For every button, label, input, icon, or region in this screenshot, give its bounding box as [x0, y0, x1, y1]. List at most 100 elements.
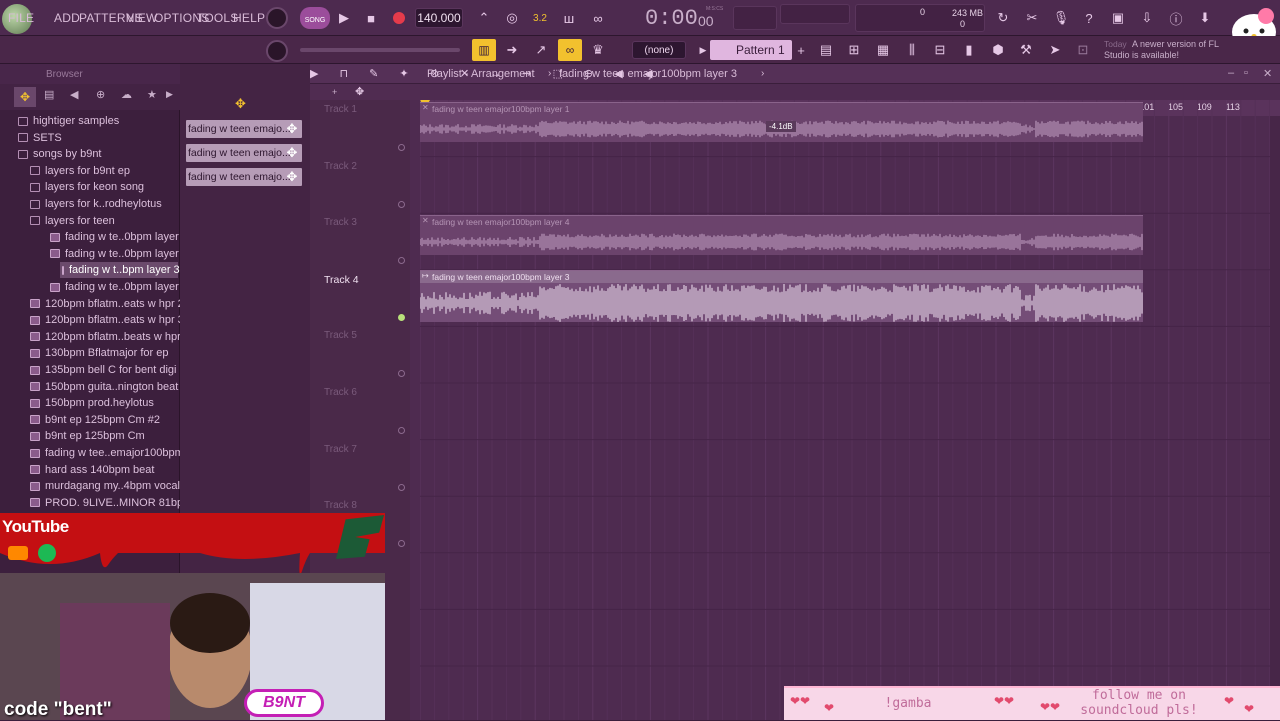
clip-arrow-icon[interactable]: ↦ [422, 271, 429, 280]
track-mute-toggle[interactable] [398, 257, 405, 265]
clip-header[interactable]: ↦ fading w teen emajor100bpm layer 3 [420, 270, 1143, 283]
track-label[interactable]: Track 6 [324, 387, 357, 398]
export-icon[interactable]: ⇩ [1136, 7, 1158, 29]
browser-file[interactable]: fading w t..bpm layer 3 [60, 262, 180, 279]
playlist-icon[interactable]: ▤ [815, 39, 837, 61]
browser-file[interactable]: b9nt ep 125bpm Cm #2 [30, 412, 160, 428]
audio-clip[interactable]: ↦ fading w teen emajor100bpm layer 3 [420, 269, 1143, 322]
help-icon[interactable]: ? [1078, 7, 1100, 29]
preset-selector[interactable]: (none) [632, 41, 686, 59]
tools-icon[interactable]: ⚒ [1015, 39, 1037, 61]
browser-file[interactable]: fading w te..0bpm layer 1 [50, 229, 188, 245]
browser-file[interactable]: 120bpm bflatm..eats w hpr 3 [30, 312, 184, 328]
loop-record-icon[interactable]: ∞ [587, 7, 609, 29]
record-button[interactable] [388, 7, 410, 29]
blend-notes-icon[interactable]: ш [558, 7, 580, 29]
track-mute-toggle[interactable] [398, 370, 405, 378]
browser-folder[interactable]: layers for k..rodheylotus [30, 196, 162, 212]
browser-cloud-icon[interactable]: ☁ [121, 88, 132, 101]
slice-icon[interactable]: ↗ [530, 39, 552, 61]
browser-file[interactable]: hard ass 140bpm beat [30, 462, 154, 478]
master-pitch-knob[interactable] [266, 40, 288, 62]
info-icon[interactable]: ⓘ [1165, 7, 1187, 29]
browser-file[interactable]: 135bpm bell C for bent digi [30, 362, 176, 378]
browser-file[interactable]: 150bpm prod.heylotus [30, 395, 154, 411]
menu-add[interactable]: ADD [54, 11, 80, 25]
browser-file[interactable]: fading w tee..emajor100bpm [30, 445, 184, 461]
song-mode-toggle[interactable]: SONG [300, 7, 330, 29]
browser-folder[interactable]: layers for teen [30, 213, 115, 229]
stamp-icon[interactable]: ♛ [587, 39, 609, 61]
shop-icon[interactable]: ⊡ [1072, 39, 1094, 61]
browser-star-icon[interactable]: ★ [147, 88, 157, 101]
browser-file[interactable]: PROD. 9LIVE..MINOR 81bpm [30, 495, 192, 511]
mixer-icon[interactable]: ⫼ [901, 39, 923, 61]
add-track-icon[interactable]: + [332, 87, 337, 97]
track-label[interactable]: Track 2 [324, 161, 357, 172]
browser-next-icon[interactable]: ▶ [166, 89, 173, 100]
browser-folder[interactable]: hightiger samples [18, 113, 119, 129]
browser-plugins-icon[interactable]: ◀ [70, 88, 78, 101]
stop-button[interactable]: ■ [360, 7, 382, 29]
minimize-icon[interactable]: – [1228, 67, 1234, 79]
menu-help[interactable]: HELP [233, 11, 265, 25]
maximize-icon[interactable]: ▫ [1244, 67, 1248, 79]
browser-folder[interactable]: layers for keon song [30, 179, 144, 195]
track-label[interactable]: Track 3 [324, 217, 357, 228]
browser-file[interactable]: fading w te..0bpm layer 4 [50, 279, 188, 295]
channel-add-icon[interactable]: ✥ [285, 145, 299, 161]
track-label[interactable]: Track 1 [324, 104, 357, 115]
track-mute-toggle[interactable] [398, 313, 405, 321]
metronome-icon[interactable]: ⌃ [473, 7, 495, 29]
browser-file[interactable]: 120bpm bflatm..beats w hpr [30, 329, 181, 345]
track-mute-toggle[interactable] [398, 427, 405, 434]
clip-header[interactable]: ✕ fading w teen emajor100bpm layer 4 [420, 216, 1143, 228]
playlist-view-button[interactable]: ▥ [472, 39, 496, 61]
step-size-button[interactable]: 3.2 [529, 7, 551, 29]
microphone-icon[interactable]: 🎙 [1050, 7, 1072, 29]
audio-clip[interactable]: ✕ fading w teen emajor100bpm layer 1 -4.1d… [420, 102, 1143, 142]
close-track-icon[interactable]: ✕ [356, 87, 364, 98]
cut-icon[interactable]: ✂ [1021, 7, 1043, 29]
channel-item[interactable]: fading w teen emajo... ✥ [186, 144, 302, 162]
piano-roll-icon[interactable]: ⊞ [843, 39, 865, 61]
menu-file[interactable]: FILE [8, 11, 34, 25]
undo-icon[interactable]: ↻ [992, 7, 1014, 29]
track-mute-toggle[interactable] [398, 200, 405, 208]
browser-file[interactable]: murdagang my..4bpm vocals [30, 478, 185, 494]
track-label[interactable]: Track 5 [324, 330, 357, 341]
close-icon[interactable]: ✕ [1263, 67, 1272, 80]
play-button[interactable]: ▶ [333, 7, 355, 29]
browser-file[interactable]: 130bpm Bflatmajor for ep [30, 345, 169, 361]
file-icon[interactable]: ▮ [958, 39, 980, 61]
tempo-display[interactable]: 140.000 [415, 8, 463, 28]
pattern-selector[interactable]: Pattern 1 [710, 40, 792, 60]
channel-item[interactable]: fading w teen emajo... ✥ [186, 120, 302, 138]
clip-close-icon[interactable]: ✕ [422, 103, 429, 112]
track-label[interactable]: Track 8 [324, 500, 357, 511]
browser-folder[interactable]: songs by b9nt [18, 146, 102, 162]
master-volume-knob[interactable] [266, 7, 288, 29]
browser-file[interactable]: fading w te..0bpm layer 2 [50, 246, 188, 262]
browser-files-icon[interactable]: ▤ [44, 88, 54, 101]
clip-close-icon[interactable]: ✕ [422, 216, 429, 225]
menu-view[interactable]: VIEW [126, 11, 157, 25]
audio-clip[interactable]: ✕ fading w teen emajor100bpm layer 4 [420, 215, 1143, 256]
add-pattern-icon[interactable]: + [790, 39, 812, 61]
browser-web-icon[interactable]: ⊕ [96, 88, 105, 101]
download-icon[interactable]: ⬇ [1194, 7, 1216, 29]
track-mute-toggle[interactable] [398, 144, 405, 151]
browser-file[interactable]: b9nt ep 125bpm Cm [30, 428, 145, 444]
track-mute-toggle[interactable] [398, 540, 405, 548]
master-slider[interactable] [300, 48, 460, 52]
update-hint-text[interactable]: A newer version of FL Studio is availabl… [1104, 39, 1222, 61]
save-icon[interactable]: ▣ [1107, 7, 1129, 29]
browser-icon[interactable]: ⊟ [929, 39, 951, 61]
channel-item[interactable]: fading w teen emajo... ✥ [186, 168, 302, 186]
arrow-right-icon[interactable]: ➜ [501, 39, 523, 61]
channel-add-icon[interactable]: ✥ [285, 121, 299, 137]
browser-file[interactable]: 120bpm bflatm..eats w hpr 2 [30, 296, 184, 312]
browser-folder[interactable]: SETS [18, 130, 62, 146]
snap-link-button[interactable]: ∞ [558, 39, 582, 61]
picker-pattern-icon[interactable]: ✥ [235, 96, 246, 112]
